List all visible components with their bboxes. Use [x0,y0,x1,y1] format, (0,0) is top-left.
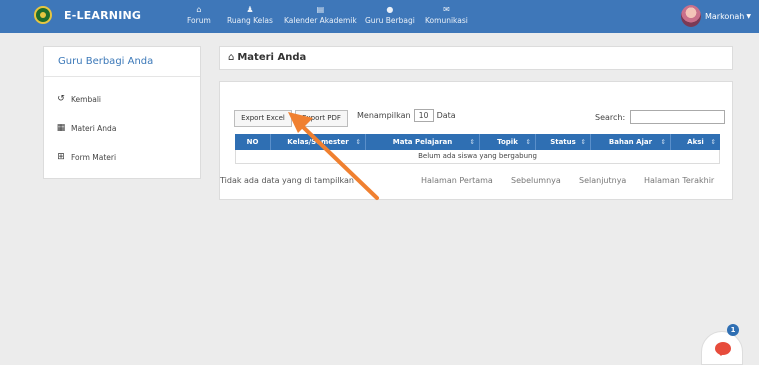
column-label: Kelas/Semester [287,138,349,146]
nav-label: Forum [187,16,211,25]
back-icon: ↺ [57,94,65,104]
column-label: Topik [497,138,518,146]
empty-table-row: Belum ada siswa yang bergabung [235,150,720,164]
page-length-control: Menampilkan 10 Data [357,109,456,122]
brand[interactable]: E-LEARNING [34,6,141,24]
sort-icon: ⇕ [525,138,531,146]
top-navbar: E-LEARNING ⌂ Forum ♟ Ruang Kelas ▤ Kalen… [0,0,759,33]
column-label: Status [550,138,576,146]
nav-kalender-akademik[interactable]: ▤ Kalender Akademik [284,5,357,25]
column-header[interactable]: Topik ⇕ [480,134,536,150]
brand-name: E-LEARNING [64,8,142,22]
column-header[interactable]: Bahan Ajar ⇕ [591,134,671,150]
sidebar: Guru Berbagi Anda ↺ Kembali ▦ Materi And… [43,46,201,179]
column-header[interactable]: NO [235,134,271,150]
nav-komunikasi[interactable]: ✉ Komunikasi [425,5,468,25]
column-header[interactable]: Status ⇕ [536,134,591,150]
table-icon: ▦ [56,123,66,133]
table-header: NO Kelas/Semester ⇕ Mata Pelajaran ⇕ Topik… [235,134,720,150]
home-icon: ⌂ [228,52,235,63]
search-control: Search: [595,110,726,124]
sort-icon: ⇕ [660,138,666,146]
pagination-last[interactable]: Halaman Terakhir [644,176,714,185]
sort-icon: ⇕ [710,138,716,146]
page-length-select[interactable]: 10 [413,109,434,122]
sidebar-item-label: Kembali [71,94,101,104]
sidebar-title: Guru Berbagi Anda [44,47,200,77]
page-heading: ⌂ Materi Anda [219,46,733,70]
column-label: Bahan Ajar [608,138,653,146]
user-icon: ● [386,5,394,14]
nav-label: Komunikasi [425,16,468,25]
nav-label: Ruang Kelas [227,16,273,25]
search-label: Search: [595,112,626,122]
column-label: Mata Pelajaran [392,138,453,146]
page-length-suffix: Data [436,111,456,120]
mail-icon: ✉ [443,5,450,14]
nav-ruang-kelas[interactable]: ♟ Ruang Kelas [227,5,273,25]
notification-badge: 1 [727,324,739,336]
table-info: Tidak ada data yang di tampilkan [220,176,354,185]
sort-icon: ⇕ [355,138,361,146]
sidebar-item-label: Form Materi [71,152,117,162]
export-pdf-button[interactable]: Export PDF [295,110,348,127]
chat-bubble-icon [715,342,731,356]
nav-forum[interactable]: ⌂ Forum [187,5,211,25]
nav-label: Kalender Akademik [284,16,357,25]
class-icon: ♟ [246,5,254,14]
nav-label: Guru Berbagi [365,16,415,25]
column-header[interactable]: Mata Pelajaran ⇕ [366,134,480,150]
export-excel-button[interactable]: Export Excel [234,110,292,127]
search-input[interactable] [630,110,726,124]
logo-icon [34,6,52,24]
sidebar-item-label: Materi Anda [71,123,117,133]
pagination-next[interactable]: Selanjutnya [579,176,626,185]
user-menu[interactable]: Markonah ▼ [680,5,751,27]
column-header[interactable]: Kelas/Semester ⇕ [271,134,366,150]
calendar-icon: ▤ [316,5,325,14]
pagination-first[interactable]: Halaman Pertama [421,176,493,185]
nav-guru-berbagi[interactable]: ● Guru Berbagi [365,5,415,25]
sort-icon: ⇕ [469,138,475,146]
chat-widget[interactable] [701,331,743,365]
column-label: Aksi [687,138,704,146]
column-header[interactable]: Aksi ⇕ [671,134,720,150]
user-name: Markonah [704,11,745,21]
home-icon: ⌂ [196,5,202,14]
page-title: Materi Anda [237,52,307,63]
sort-icon: ⇕ [580,138,586,146]
sidebar-item-materi-anda[interactable]: ▦ Materi Anda [56,123,117,133]
sidebar-item-form-materi[interactable]: ⊞ Form Materi [56,152,116,162]
page-length-prefix: Menampilkan [357,111,411,120]
sidebar-item-kembali[interactable]: ↺ Kembali [56,94,101,104]
pagination-prev[interactable]: Sebelumnya [511,176,561,185]
plus-box-icon: ⊞ [57,152,65,162]
column-label: NO [246,138,259,146]
materi-card: Export Excel Export PDF Menampilkan 10 D… [219,81,733,200]
avatar [680,5,701,27]
caret-down-icon: ▼ [746,12,751,20]
